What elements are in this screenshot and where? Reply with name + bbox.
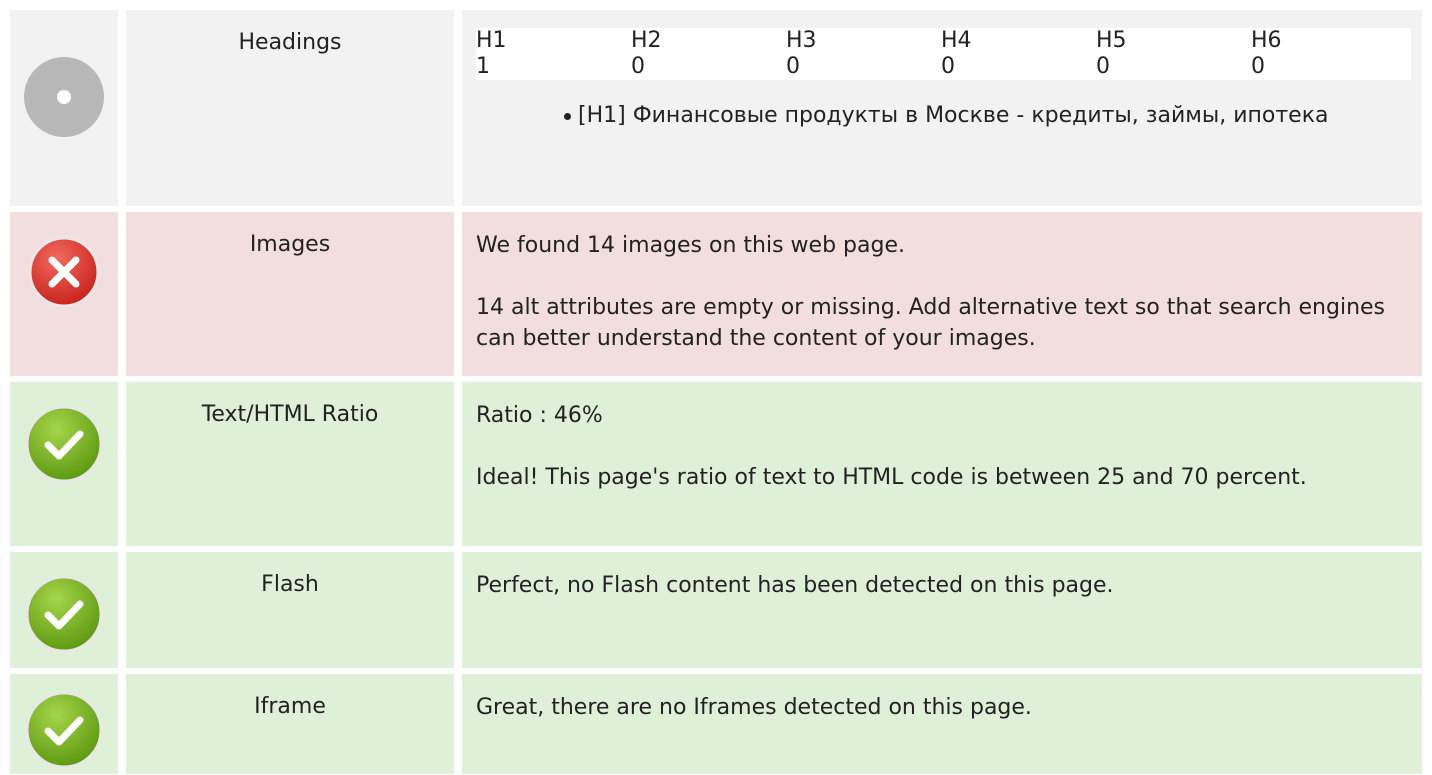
heading-level: H4	[941, 28, 972, 53]
result-text: Perfect, no Flash content has been detec…	[476, 573, 1114, 598]
ratio-content: Ratio : 46% Ideal! This page's ratio of …	[462, 382, 1422, 546]
heading-level: H2	[631, 28, 662, 53]
status-cell	[10, 674, 118, 774]
row-label: Flash	[126, 552, 454, 668]
headings-content: H1 H2 H3 H4 H5 H6 1 0 0 0 0 0 [H1] Финан…	[462, 10, 1422, 206]
headings-list: [H1] Финансовые продукты в Москве - кред…	[476, 100, 1408, 131]
images-row: Images We found 14 images on this web pa…	[10, 212, 1422, 376]
heading-count: 0	[631, 54, 645, 79]
flash-row: Flash Perfect, no Flash content has been…	[10, 552, 1422, 668]
error-x-icon	[28, 236, 100, 376]
status-cell	[10, 382, 118, 546]
seo-results-table: Headings H1 H2 H3 H4 H5 H6 1 0 0 0 0 0 […	[10, 10, 1422, 774]
check-icon	[24, 574, 104, 668]
headings-count-table: H1 H2 H3 H4 H5 H6 1 0 0 0 0 0	[476, 28, 1411, 80]
heading-count: 0	[786, 54, 800, 79]
heading-count: 1	[476, 54, 490, 79]
iframe-content: Great, there are no Iframes detected on …	[462, 674, 1422, 774]
heading-level: H1	[476, 28, 507, 53]
heading-count: 0	[1251, 54, 1265, 79]
row-label: Iframe	[126, 674, 454, 774]
check-icon	[24, 690, 104, 774]
iframe-row: Iframe Great, there are no Iframes detec…	[10, 674, 1422, 774]
heading-level: H5	[1096, 28, 1127, 53]
result-text: Ratio : 46%	[476, 403, 603, 428]
row-label: Text/HTML Ratio	[126, 382, 454, 546]
status-cell	[10, 552, 118, 668]
heading-count: 0	[1096, 54, 1110, 79]
row-label: Headings	[126, 10, 454, 206]
result-text: Great, there are no Iframes detected on …	[476, 695, 1032, 720]
text-html-ratio-row: Text/HTML Ratio Ratio : 46% Ideal! This …	[10, 382, 1422, 546]
neutral-circle-icon	[24, 39, 104, 206]
headings-row: Headings H1 H2 H3 H4 H5 H6 1 0 0 0 0 0 […	[10, 10, 1422, 206]
images-content: We found 14 images on this web page. 14 …	[462, 212, 1422, 376]
flash-content: Perfect, no Flash content has been detec…	[462, 552, 1422, 668]
heading-level: H3	[786, 28, 817, 53]
result-text: We found 14 images on this web page.	[476, 233, 905, 258]
result-text: Ideal! This page's ratio of text to HTML…	[476, 465, 1307, 490]
status-cell	[10, 10, 118, 206]
check-icon	[24, 404, 104, 546]
heading-count: 0	[941, 54, 955, 79]
result-text: 14 alt attributes are empty or missing. …	[476, 295, 1386, 351]
status-cell	[10, 212, 118, 376]
row-label: Images	[126, 212, 454, 376]
list-item: [H1] Финансовые продукты в Москве - кред…	[564, 100, 1408, 131]
heading-level: H6	[1251, 28, 1282, 53]
